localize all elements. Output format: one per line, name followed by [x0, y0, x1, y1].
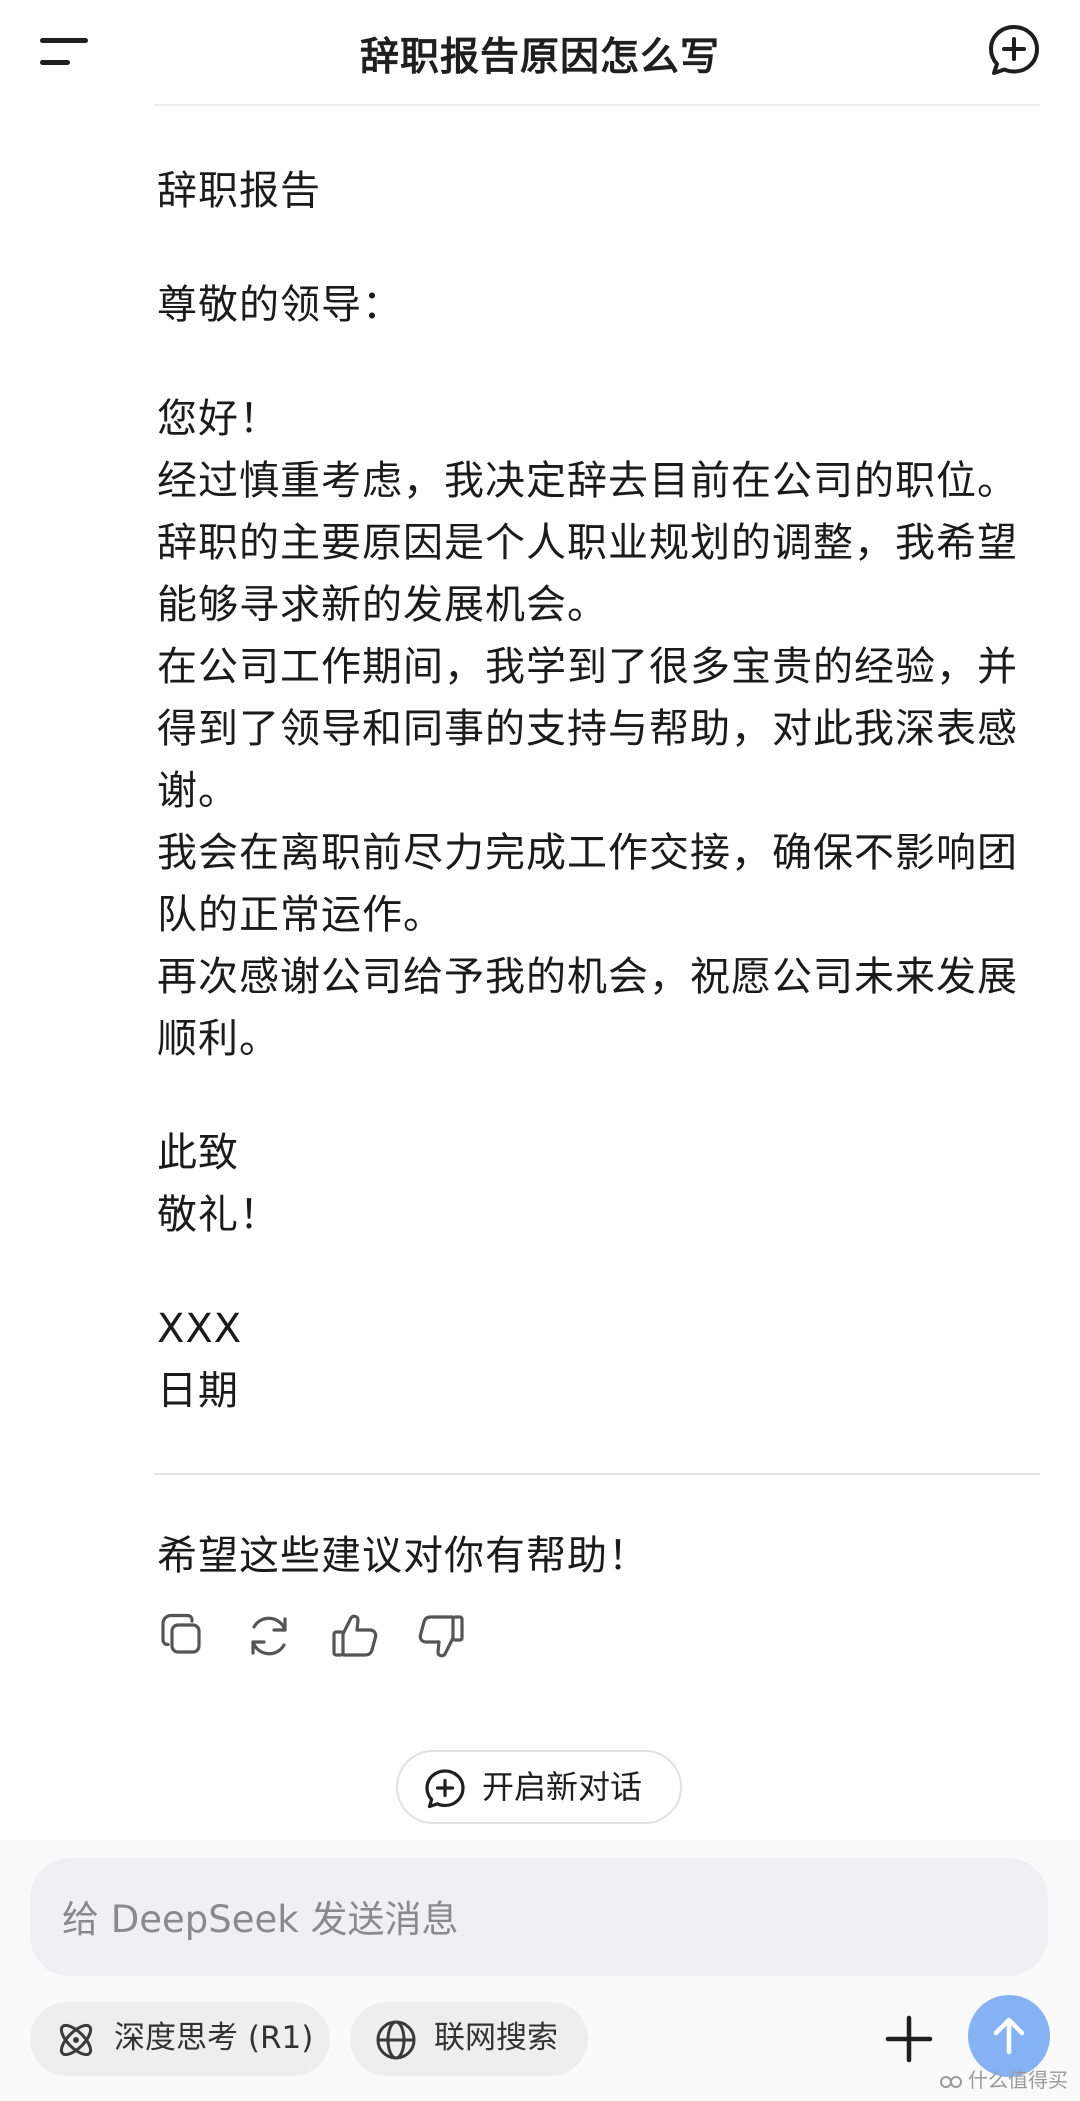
letter-paragraph: 再次感谢公司给予我的机会，祝愿公司未来发展顺利。 [157, 954, 1018, 1062]
chat-plus-icon [425, 1769, 465, 1809]
thumbs-down-icon[interactable] [415, 1610, 467, 1662]
arrow-up-icon [993, 2017, 1025, 2055]
closing-message: 希望这些建议对你有帮助！ [157, 1533, 649, 1579]
thumbs-up-icon[interactable] [329, 1610, 381, 1662]
web-search-label: 联网搜索 [434, 2020, 558, 2056]
watermark-logo-icon [939, 2075, 962, 2088]
deep-think-toggle[interactable]: 深度思考 (R1) [30, 2002, 330, 2076]
plus-icon [885, 2015, 933, 2063]
resignation-letter: 辞职报告 尊敬的领导： 您好！ 经过慎重考虑，我决定辞去目前在公司的职位。辞职的… [157, 160, 1047, 1422]
letter-regards: 敬礼！ [157, 1192, 280, 1238]
letter-signature: XXX [157, 1306, 243, 1352]
message-input-box[interactable] [30, 1858, 1048, 1976]
letter-paragraph: 在公司工作期间，我学到了很多宝贵的经验，并得到了领导和同事的支持与帮助，对此我深… [157, 644, 1018, 814]
header-divider [154, 104, 1040, 106]
letter-heading: 辞职报告 [157, 168, 321, 214]
globe-icon [376, 2020, 416, 2060]
new-chat-button[interactable]: 开启新对话 [396, 1750, 682, 1824]
attach-plus-button[interactable] [878, 2008, 940, 2070]
new-chat-label: 开启新对话 [482, 1768, 643, 1806]
letter-paragraph: 经过慎重考虑，我决定辞去目前在公司的职位。辞职的主要原因是个人职业规划的调整，我… [157, 458, 1018, 628]
letter-sign-off: 此致 [157, 1130, 239, 1176]
deep-think-label: 深度思考 (R1) [114, 2020, 314, 2056]
message-input[interactable] [60, 1892, 1004, 1946]
letter-paragraph: 我会在离职前尽力完成工作交接，确保不影响团队的正常运作。 [157, 830, 1018, 938]
regenerate-icon[interactable] [243, 1610, 295, 1662]
watermark-text: 什么值得买 [968, 2068, 1068, 2092]
letter-date: 日期 [157, 1368, 239, 1414]
top-bar: 辞职报告原因怎么写 [0, 0, 1080, 104]
letter-salutation: 尊敬的领导： [157, 282, 403, 328]
page-title: 辞职报告原因怎么写 [359, 35, 720, 80]
copy-icon[interactable] [157, 1610, 209, 1662]
web-search-toggle[interactable]: 联网搜索 [350, 2002, 588, 2076]
new-chat-icon[interactable] [986, 22, 1042, 78]
letter-greeting: 您好！ [157, 396, 280, 442]
atom-icon [59, 2023, 93, 2057]
message-divider [154, 1473, 1040, 1475]
watermark: 什么值得买 [939, 2064, 1068, 2093]
